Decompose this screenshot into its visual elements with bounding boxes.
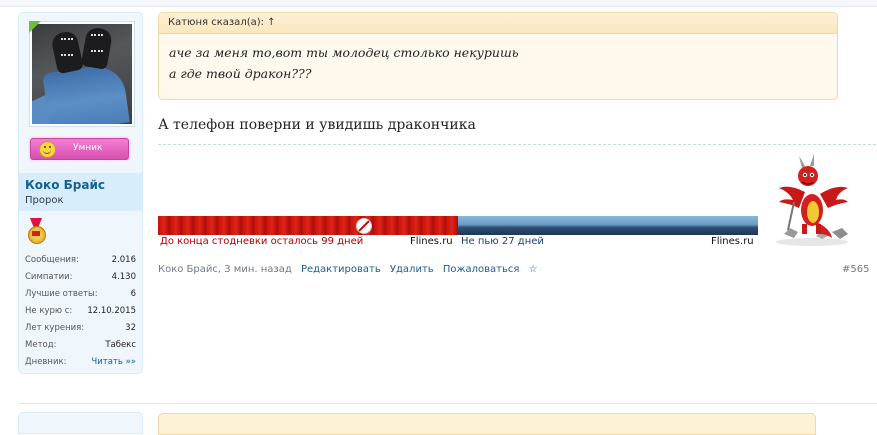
quote-line: аче за меня то,вот ты молодец столько не… xyxy=(169,45,519,60)
user-stats: Сообщения: 2.016 Симпатии: 4.130 Лучшие … xyxy=(25,253,136,372)
next-user-info-panel xyxy=(18,412,143,434)
stat-value: 4.130 xyxy=(111,272,136,282)
medal-icon[interactable] xyxy=(27,218,46,244)
username-link[interactable]: Коко Брайс xyxy=(25,178,105,192)
user-info-panel: Умник Коко Брайс Пророк Сообщения: 2.016… xyxy=(18,12,143,374)
stat-value: 12.10.2015 xyxy=(87,306,136,316)
diary-link-wrap: Читать »» xyxy=(91,357,136,367)
edit-link[interactable]: Редактировать xyxy=(301,264,381,275)
post-divider xyxy=(18,403,877,404)
top-divider xyxy=(0,0,877,7)
bookmark-star-icon[interactable]: ☆ xyxy=(529,264,538,275)
stat-row: Лучшие ответы: 6 xyxy=(25,287,136,304)
signature-banner[interactable] xyxy=(158,216,758,235)
stat-row: Симпатии: 4.130 xyxy=(25,270,136,287)
stat-row: Не курю с: 12.10.2015 xyxy=(25,304,136,321)
stat-label: Не курю с: xyxy=(25,306,73,316)
banner-left-text: До конца стодневки осталось 99 дней xyxy=(160,236,364,247)
delete-link[interactable]: Удалить xyxy=(390,264,434,275)
rank-label: Умник xyxy=(73,143,103,153)
stat-label: Дневник: xyxy=(25,357,67,367)
stat-row: Дневник: Читать »» xyxy=(25,355,136,372)
avatar[interactable] xyxy=(29,21,135,127)
banner-left-site: Flines.ru xyxy=(410,236,453,247)
quote-author-link[interactable]: Катюня сказал(а): ↑ xyxy=(168,17,276,28)
signature-divider xyxy=(158,144,876,145)
stat-label: Лучшие ответы: xyxy=(25,289,98,299)
stat-row: Метод: Табекс xyxy=(25,338,136,355)
message-text: А телефон поверни и увидишь дракончика xyxy=(158,117,476,133)
banner-right-site: Flines.ru xyxy=(711,236,754,247)
post-number[interactable]: #565 xyxy=(842,264,869,275)
stat-value: 2.016 xyxy=(111,255,136,265)
report-link[interactable]: Пожаловаться xyxy=(443,264,520,275)
stat-label: Симпатии: xyxy=(25,272,73,282)
banner-right-text: Не пью 27 дней xyxy=(461,236,544,247)
username-block: Коко Брайс Пророк xyxy=(19,173,142,211)
avatar-photo xyxy=(32,24,132,124)
stat-value: 32 xyxy=(125,323,136,333)
quote-line: а где твой дракон??? xyxy=(169,66,312,81)
no-drinking-banner[interactable] xyxy=(458,216,758,235)
stat-value: 6 xyxy=(130,289,136,299)
user-title: Пророк xyxy=(25,195,64,206)
next-quote-header xyxy=(158,413,816,435)
quote-block: Катюня сказал(а): ↑ аче за меня то,вот т… xyxy=(158,12,838,100)
stat-row: Лет курения: 32 xyxy=(25,321,136,338)
stat-row: Сообщения: 2.016 xyxy=(25,253,136,270)
diary-link[interactable]: Читать »» xyxy=(91,357,136,367)
stat-value: Табекс xyxy=(105,340,136,350)
online-indicator xyxy=(29,21,41,33)
no-smoking-icon xyxy=(356,218,372,234)
stat-label: Метод: xyxy=(25,340,57,350)
post-meta: Коко Брайс, 3 мин. назад Редактировать У… xyxy=(158,264,538,275)
stat-label: Лет курения: xyxy=(25,323,85,333)
stat-label: Сообщения: xyxy=(25,255,79,265)
dragon-image xyxy=(776,154,848,246)
no-smoking-banner[interactable] xyxy=(158,216,458,235)
rank-badge: Умник xyxy=(30,138,129,160)
smiley-icon xyxy=(39,141,56,158)
post-author-time[interactable]: Коко Брайс, 3 мин. назад xyxy=(158,264,292,275)
quote-header: Катюня сказал(а): ↑ xyxy=(159,13,837,34)
